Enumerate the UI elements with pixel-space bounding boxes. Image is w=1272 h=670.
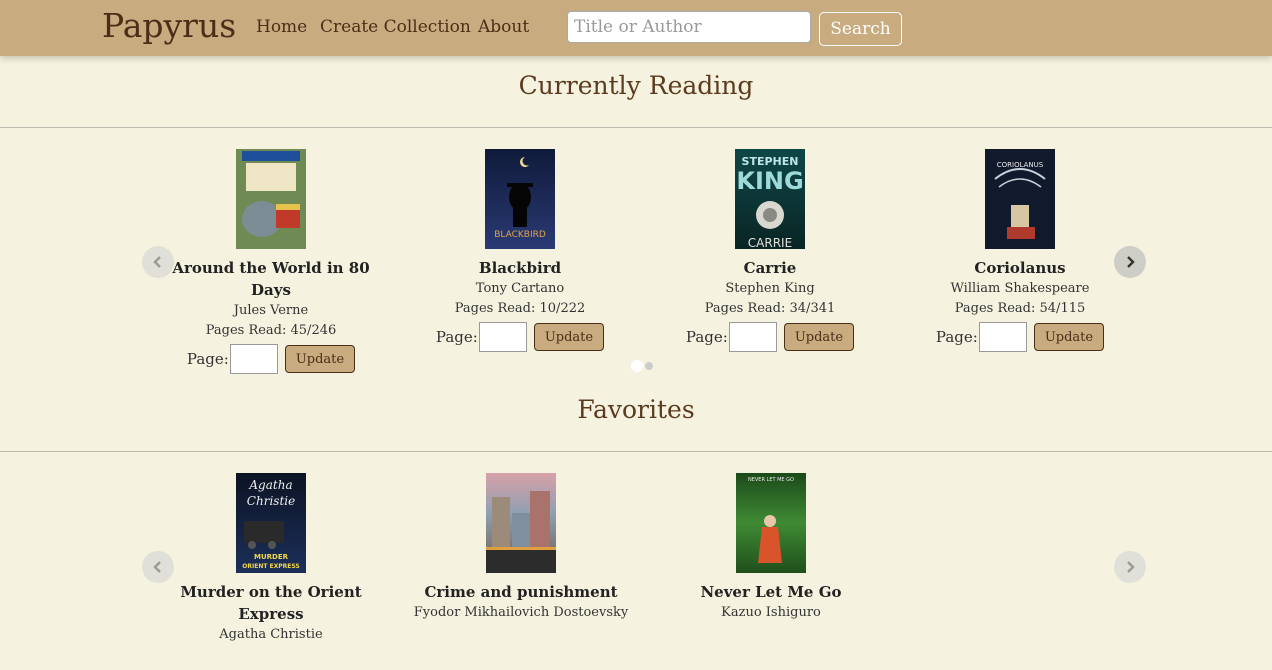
book-cover[interactable]: BLACKBIRD <box>485 149 555 249</box>
carousel-dot-active[interactable] <box>631 360 643 372</box>
page-input[interactable] <box>478 322 527 352</box>
page-update-row: Page: Update <box>146 344 396 374</box>
svg-text:CORIOLANUS: CORIOLANUS <box>997 161 1044 169</box>
book-card: NEVER LET ME GO Never Let Me Go Kazuo Is… <box>646 473 896 623</box>
book-title[interactable]: Around the World in 80 Days <box>146 257 396 301</box>
section-divider <box>0 127 1272 128</box>
book-cover[interactable]: STEPHEN KING CARRIE <box>735 149 805 249</box>
book-author: Jules Verne <box>233 303 309 318</box>
svg-text:CARRIE: CARRIE <box>748 236 792 249</box>
book-author: Kazuo Ishiguro <box>721 605 821 620</box>
book-author: Agatha Christie <box>219 627 323 642</box>
carousel-dot[interactable] <box>645 362 653 370</box>
book-author: Fyodor Mikhailovich Dostoevsky <box>413 605 629 620</box>
book-title[interactable]: Crime and punishment <box>396 581 646 603</box>
update-button[interactable]: Update <box>533 323 605 351</box>
book-card: Agatha Christie MURDER ORIENT EXPRESS Mu… <box>146 473 396 645</box>
page-update-row: Page: Update <box>395 322 645 352</box>
page-input[interactable] <box>978 322 1027 352</box>
carousel-indicators <box>631 360 655 372</box>
pages-read: Pages Read: 10/222 <box>454 301 586 316</box>
section-divider <box>0 451 1272 452</box>
book-cover[interactable]: CORIOLANUS <box>985 149 1055 249</box>
book-author: Stephen King <box>725 281 815 296</box>
nav-create-collection[interactable]: Create Collection <box>320 17 471 37</box>
book-cover[interactable]: NEVER LET ME GO <box>736 473 806 573</box>
book-author: Tony Cartano <box>475 281 565 296</box>
nav-home[interactable]: Home <box>256 17 307 37</box>
page-label: Page: <box>435 328 478 346</box>
svg-text:ORIENT EXPRESS: ORIENT EXPRESS <box>242 563 299 570</box>
page-input[interactable] <box>728 322 777 352</box>
pages-read: Pages Read: 54/115 <box>954 301 1086 316</box>
page-update-row: Page: Update <box>895 322 1145 352</box>
book-cover[interactable] <box>486 473 556 573</box>
favorites-next-button[interactable] <box>1114 551 1146 583</box>
svg-text:KING: KING <box>736 167 803 195</box>
book-card: STEPHEN KING CARRIE Carrie Stephen King … <box>645 149 895 352</box>
page-label: Page: <box>685 328 728 346</box>
book-card: CORIOLANUS Coriolanus William Shakespear… <box>895 149 1145 352</box>
book-card: Crime and punishment Fyodor Mikhailovich… <box>396 473 646 623</box>
book-card: BLACKBIRD Blackbird Tony Cartano Pages R… <box>395 149 645 352</box>
book-cover[interactable]: Agatha Christie MURDER ORIENT EXPRESS <box>236 473 306 573</box>
pages-read: Pages Read: 34/341 <box>704 301 836 316</box>
update-button[interactable]: Update <box>1033 323 1105 351</box>
svg-text:NEVER LET ME GO: NEVER LET ME GO <box>748 477 794 483</box>
book-title[interactable]: Carrie <box>645 257 895 279</box>
svg-text:Christie: Christie <box>247 494 295 508</box>
page-input[interactable] <box>229 344 278 374</box>
pages-read: Pages Read: 45/246 <box>205 323 337 338</box>
svg-text:Agatha: Agatha <box>248 478 292 492</box>
update-button[interactable]: Update <box>783 323 855 351</box>
page-update-row: Page: Update <box>645 322 895 352</box>
page-label: Page: <box>935 328 978 346</box>
currently-reading-title: Currently Reading <box>518 71 754 100</box>
brand-logo[interactable]: Papyrus <box>102 6 236 45</box>
book-title[interactable]: Blackbird <box>395 257 645 279</box>
search-input[interactable] <box>567 11 811 43</box>
page-label: Page: <box>186 350 229 368</box>
book-title[interactable]: Murder on the Orient Express <box>146 581 396 625</box>
book-title[interactable]: Coriolanus <box>895 257 1145 279</box>
book-cover[interactable] <box>236 149 306 249</box>
search-button[interactable]: Search <box>819 12 902 46</box>
book-card: Around the World in 80 Days Jules Verne … <box>146 149 396 374</box>
favorites-title: Favorites <box>577 395 695 424</box>
update-button[interactable]: Update <box>284 345 356 373</box>
book-author: William Shakespeare <box>950 281 1090 296</box>
svg-text:BLACKBIRD: BLACKBIRD <box>494 230 546 240</box>
chevron-right-icon <box>1127 561 1135 573</box>
book-title[interactable]: Never Let Me Go <box>646 581 896 603</box>
nav-about[interactable]: About <box>478 17 529 37</box>
navbar: Papyrus Home Create Collection About Sea… <box>0 0 1272 56</box>
svg-text:MURDER: MURDER <box>254 553 289 561</box>
